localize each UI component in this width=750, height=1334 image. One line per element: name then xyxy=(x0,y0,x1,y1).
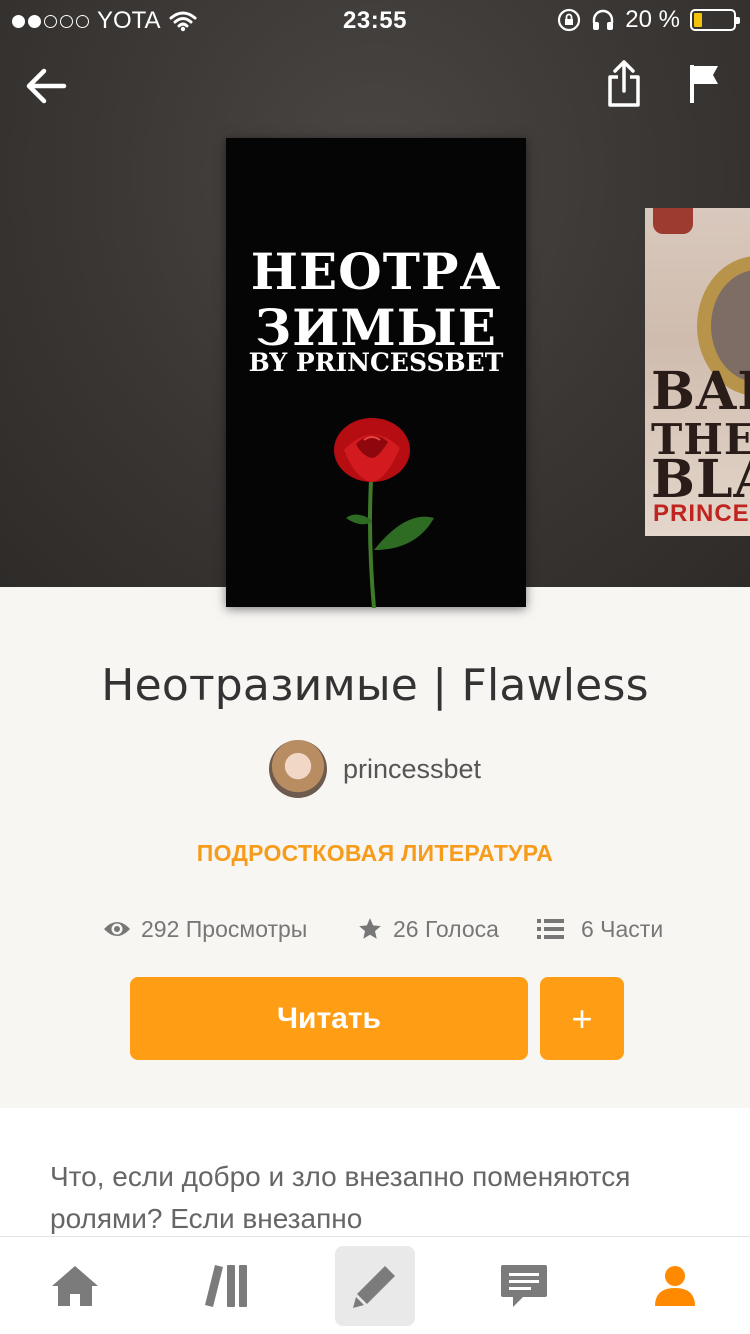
rose-illustration xyxy=(334,418,434,609)
author-name[interactable]: princessbet xyxy=(343,754,481,785)
author-row[interactable]: princessbet xyxy=(0,740,750,798)
flag-icon xyxy=(690,65,718,103)
views-stat: 292 Просмотры xyxy=(103,912,307,946)
tab-messages[interactable] xyxy=(485,1237,563,1334)
next-cover-line1: BAD xyxy=(651,361,750,422)
status-bar: YOTA 23:55 20 % xyxy=(0,0,750,40)
share-button[interactable] xyxy=(596,56,652,112)
status-right: 20 % xyxy=(557,6,740,34)
story-details-screen: YOTA 23:55 20 % BA THE BL PRINCE НЕОТРА … xyxy=(0,0,750,1334)
tab-home[interactable] xyxy=(36,1237,114,1334)
next-cover-line3: BLA xyxy=(651,449,750,510)
tab-write[interactable] xyxy=(335,1246,415,1326)
back-button[interactable] xyxy=(16,56,76,116)
pencil-icon xyxy=(353,1266,395,1308)
cover-title-line1: НЕОТРА xyxy=(250,242,502,301)
tab-profile[interactable] xyxy=(636,1237,714,1334)
list-icon xyxy=(537,919,564,939)
next-story-cover[interactable]: BAD THE BLA PRINCE xyxy=(645,208,750,536)
person-icon xyxy=(655,1266,695,1306)
chat-icon xyxy=(501,1265,547,1307)
next-cover-author: PRINCE xyxy=(653,500,750,527)
share-icon xyxy=(608,60,640,107)
home-icon xyxy=(52,1266,98,1306)
avatar[interactable] xyxy=(268,740,327,798)
story-title: Неотразимые | Flawless xyxy=(101,660,649,711)
parts-stat: 6 Части xyxy=(537,912,663,946)
battery-icon xyxy=(690,9,740,31)
star-icon xyxy=(359,918,381,939)
add-to-library-button[interactable]: + xyxy=(540,977,624,1060)
votes-count: 26 Голоса xyxy=(393,915,499,942)
battery-percent: 20 % xyxy=(625,6,680,33)
read-button[interactable]: Читать xyxy=(130,977,528,1060)
cover-title: НЕОТРА ЗИМЫЕ xyxy=(226,244,526,356)
tab-library[interactable] xyxy=(188,1237,266,1334)
arrow-left-icon xyxy=(26,68,67,104)
library-icon xyxy=(205,1265,247,1307)
cover-byline: BY PRINCESSBET xyxy=(248,348,504,377)
story-description: Что, если добро и зло внезапно поменяютс… xyxy=(50,1161,631,1234)
tab-bar xyxy=(0,1236,750,1334)
votes-stat: 26 Голоса xyxy=(357,912,499,946)
orientation-lock-icon xyxy=(558,8,581,32)
eye-icon xyxy=(104,922,130,936)
views-count: 292 Просмотры xyxy=(141,915,308,942)
headphones-icon xyxy=(593,9,614,30)
report-button[interactable] xyxy=(680,58,728,110)
story-stats: 292 Просмотры 26 Голоса 6 Части xyxy=(0,912,750,946)
parts-count: 6 Части xyxy=(581,915,664,942)
category-link[interactable]: ПОДРОСТКОВАЯ ЛИТЕРАТУРА xyxy=(0,840,750,867)
story-cover[interactable]: НЕОТРА ЗИМЫЕ BY PRINCESSBET xyxy=(226,138,526,609)
